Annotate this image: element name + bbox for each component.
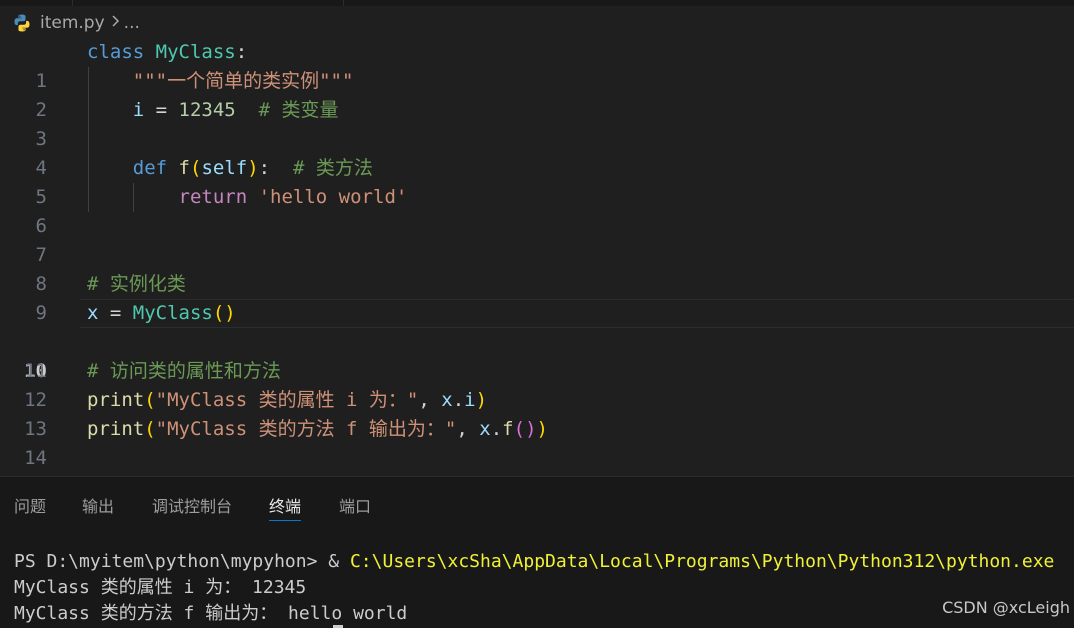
watermark: CSDN @xcLeigh [942,598,1070,617]
chevron-right-icon [111,13,120,33]
token: () [212,302,236,324]
token: self [201,157,248,179]
tab-separator [343,0,344,6]
token: ) [247,157,259,179]
token: f [502,418,514,440]
token: ( [190,157,202,179]
token: x [479,418,491,440]
terminal-output[interactable]: PS D:\myitem\python\mypyhon> & C:\Users\… [14,549,1054,627]
breadcrumb-ellipsis[interactable]: ... [124,13,140,33]
breadcrumb-file[interactable]: item.py [40,13,105,33]
token: : [258,157,271,179]
token: f [178,157,190,179]
token: x [87,302,99,324]
code-line-active: 10 x = MyClass() [0,299,1074,382]
tab-terminal-label: 终端 [269,497,302,516]
terminal-amp: & [328,551,350,572]
tab-separator [72,0,73,6]
token: 12345 [178,99,236,121]
code-line: 6 return 'hello world' [0,183,1074,237]
token: """一个简单的类实例""" [132,70,354,92]
token: = [144,99,179,121]
terminal-output-line: MyClass 类的方法 f 输出为： hello world [14,603,408,624]
token: # 类方法 [270,157,373,179]
token: ( [144,389,156,411]
token: "MyClass 类的属性 i 为：" [155,389,419,411]
code-line: 7 [0,212,1074,266]
token: # 类变量 [235,99,339,121]
token: print [87,389,145,411]
token: . [490,418,503,440]
tab-debug-console[interactable]: 调试控制台 [152,493,232,517]
code-line: 13 print("MyClass 类的属性 i 为：", x.i) [0,386,1074,440]
token: x [441,389,453,411]
token: 'hello world' [258,186,408,208]
top-tab-strip [0,0,1074,6]
breadcrumb: item.py ... [12,10,140,36]
token: MyClass [155,41,236,63]
code-line: 14 print("MyClass 类的方法 f 输出为：", x.f()) [0,415,1074,469]
token: ) [475,389,488,411]
token: return [178,186,248,208]
token: , [456,418,480,440]
token: # 实例化类 [87,273,186,295]
code-line: 5 def f(self): # 类方法 [0,154,1074,208]
code-line: 8 [0,241,1074,295]
token: i [132,99,145,121]
code-line: 12 # 访问类的属性和方法 [0,357,1074,411]
token: class [87,41,145,63]
token: # 访问类的属性和方法 [87,360,281,382]
token: : [235,41,248,63]
code-editor[interactable]: 1 class MyClass: 2 """一个简单的类实例""" 3 i = … [0,38,1074,469]
token: ) [536,418,548,440]
token: MyClass [132,302,213,324]
panel-tabs: 问题 输出 调试控制台 终端 端口 [0,477,1074,527]
code-line: 4 [0,125,1074,179]
token: . [452,389,465,411]
tab-ports[interactable]: 端口 [339,493,371,517]
token: print [87,418,145,440]
terminal-command: C:\Users\xcSha\AppData\Local\Programs\Py… [349,551,1055,572]
tab-problems[interactable]: 问题 [14,493,46,517]
tab-output[interactable]: 输出 [82,493,114,517]
python-file-icon [14,14,30,32]
terminal-output-line: MyClass 类的属性 i 为： 12345 [14,577,307,598]
tab-terminal[interactable]: 终端 [269,493,302,521]
terminal-prompt: PS D:\myitem\python\mypyhon> [14,551,329,572]
token: i [464,389,476,411]
code-line: 11 [0,328,1074,382]
code-line: 9 # 实例化类 [0,270,1074,324]
code-line: 3 i = 12345 # 类变量 [0,96,1074,150]
code-line: 2 """一个简单的类实例""" [0,67,1074,121]
token: def [132,157,168,179]
token: ( [144,418,156,440]
line-number: 14 [24,447,47,469]
token: "MyClass 类的方法 f 输出为：" [155,418,457,440]
active-tab-underline [269,520,302,521]
token: , [418,389,442,411]
token: = [98,302,133,324]
token: () [513,418,537,440]
code-line: 1 class MyClass: [0,38,1074,92]
bottom-panel: 问题 输出 调试控制台 终端 端口 PS D:\myitem\python\my… [0,476,1074,628]
